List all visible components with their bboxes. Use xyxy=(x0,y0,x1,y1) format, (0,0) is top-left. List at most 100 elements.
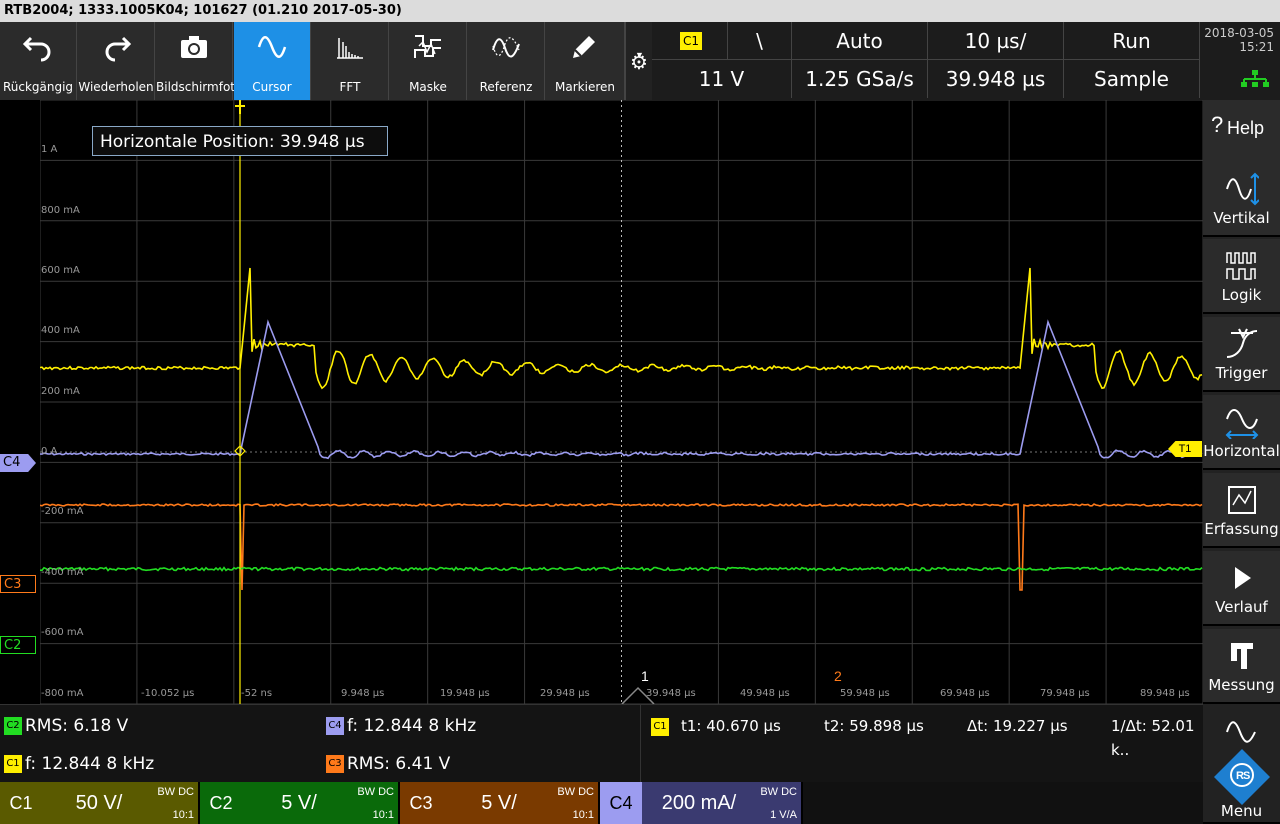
sidebar-item-horizontal[interactable]: Horizontal xyxy=(1203,395,1280,470)
mask-label: Maske xyxy=(409,80,447,94)
screenshot-button[interactable]: Bildschirmfoto xyxy=(156,22,243,100)
run-state-cell[interactable]: Run xyxy=(1064,22,1200,60)
y-label-800ma: 800 mA xyxy=(41,205,80,216)
svg-text:S: S xyxy=(1243,770,1250,782)
c1-badge: C1 xyxy=(4,755,22,773)
c4-badge: C4 xyxy=(326,717,344,735)
x-label-5: 39.948 µs xyxy=(646,688,696,699)
x-label-4: 29.948 µs xyxy=(540,688,590,699)
x-label-8: 69.948 µs xyxy=(940,688,990,699)
channel-c3-att: 10:1 xyxy=(572,809,594,821)
x-label-1: -52 ns xyxy=(241,688,273,699)
y-label-1a: 1 A xyxy=(41,144,58,155)
horizontal-position-cell[interactable]: 39.948 µs xyxy=(928,60,1064,98)
sidebar-item-measurement[interactable]: Messung xyxy=(1203,629,1280,704)
redo-button[interactable]: Wiederholen xyxy=(78,22,155,100)
sidebar-item-vertical[interactable]: Vertikal xyxy=(1203,162,1280,237)
reference-button[interactable]: Referenz xyxy=(468,22,545,100)
acquisition-panel: C1 \ Auto 10 µs/ Run 11 V 1.25 GSa/s 39.… xyxy=(652,22,1200,100)
channel-marker-c2[interactable]: C2 xyxy=(0,636,36,654)
y-label-neg200ma: -200 mA xyxy=(41,506,84,517)
cursor-delta-t: Δt: 19.227 µs xyxy=(967,717,1068,735)
channel-c2-name: C2 xyxy=(200,782,242,824)
c4-freq-value: f: 12.844 8 kHz xyxy=(347,716,477,736)
sidebar-item-menu[interactable]: RS Menu xyxy=(1203,707,1280,824)
mask-icon xyxy=(414,35,441,58)
cursor-source-badge: C1 xyxy=(651,717,669,736)
toolbar-settings-button[interactable]: ⚙ ▼ xyxy=(625,22,653,100)
measurement-c4-freq[interactable]: C4 f: 12.844 8 kHz xyxy=(326,714,476,738)
channel-c1-name: C1 xyxy=(0,782,42,824)
channel-marker-c3[interactable]: C3 xyxy=(0,575,36,593)
x-label-6: 49.948 µs xyxy=(740,688,790,699)
sidebar-item-label: Verlauf xyxy=(1215,598,1268,616)
cursor-top-marker[interactable] xyxy=(235,100,245,114)
measurement-c2-rms[interactable]: C2 RMS: 6.18 V xyxy=(4,714,128,738)
c3-badge: C3 xyxy=(326,755,344,773)
c3-rms-value: RMS: 6.41 V xyxy=(347,754,451,774)
sidebar-item-label: Messung xyxy=(1208,676,1275,694)
mark-button[interactable]: Markieren xyxy=(546,22,625,100)
logic-icon xyxy=(1226,252,1256,280)
cursor1-label[interactable]: 1 xyxy=(641,668,649,684)
redo-label: Wiederholen xyxy=(78,80,154,94)
sidebar-item-logic[interactable]: Logik xyxy=(1203,239,1280,314)
measurement-c3-rms[interactable]: C3 RMS: 6.41 V xyxy=(326,752,450,776)
sidebar-item-acquisition[interactable]: Erfassung xyxy=(1203,473,1280,548)
x-label-9: 79.948 µs xyxy=(1040,688,1090,699)
caliper-icon xyxy=(1231,643,1253,669)
waveform-canvas[interactable] xyxy=(40,100,1203,704)
fft-icon xyxy=(337,38,363,59)
rs-logo-icon: RS xyxy=(1214,749,1270,805)
channel-c3-name: C3 xyxy=(400,782,442,824)
channel-c1-settings[interactable]: C1 50 V/ BW DC 10:1 xyxy=(0,782,200,824)
sidebar-item-label: Help xyxy=(1227,118,1265,138)
x-label-7: 59.948 µs xyxy=(840,688,890,699)
channel-c3-scale: 5 V/ xyxy=(481,792,517,814)
sidebar-item-trigger[interactable]: Trigger xyxy=(1203,317,1280,392)
cursor2-label[interactable]: 2 xyxy=(834,668,842,684)
channel-marker-c4[interactable]: C4 xyxy=(0,454,36,472)
channel-c2-scale: 5 V/ xyxy=(281,792,317,814)
y-label-neg600ma: -600 mA xyxy=(41,627,84,638)
sidebar-item-label: Logik xyxy=(1221,286,1262,304)
mask-button[interactable]: Maske xyxy=(390,22,467,100)
screenshot-label: Bildschirmfoto xyxy=(156,80,243,94)
channel-c4-settings[interactable]: C4 200 mA/ BW DC 1 V/A xyxy=(600,782,803,824)
cursor-button[interactable]: Cursor xyxy=(234,22,311,100)
waveform-display[interactable]: 1 A 800 mA 600 mA 400 mA 200 mA 0 A -200… xyxy=(40,100,1203,704)
channel-c2-settings[interactable]: C2 5 V/ BW DC 10:1 xyxy=(200,782,400,824)
x-label-2: 9.948 µs xyxy=(341,688,385,699)
acq-mode-cell[interactable]: Sample xyxy=(1064,60,1200,98)
reference-icon xyxy=(492,37,520,58)
channel-c3-settings[interactable]: C3 5 V/ BW DC 10:1 xyxy=(400,782,600,824)
measurement-panel: C2 RMS: 6.18 V C4 f: 12.844 8 kHz C1 f: 12.… xyxy=(0,704,1203,783)
y-label-neg400ma: -400 mA xyxy=(41,567,84,578)
undo-button[interactable]: Rückgängig xyxy=(0,22,77,100)
cursor-measurement-area[interactable]: C1 t1: 40.670 µs t2: 59.898 µs Δt: 19.22… xyxy=(640,705,1204,783)
trigger-mode-cell[interactable]: Auto xyxy=(792,22,928,60)
y-label-400ma: 400 mA xyxy=(41,325,80,336)
reference-label: Referenz xyxy=(479,80,533,94)
trigger-source-cell[interactable]: C1 xyxy=(652,22,728,60)
cursor-label: Cursor xyxy=(252,80,292,94)
cursor-t2: t2: 59.898 µs xyxy=(824,717,924,735)
sidebar-item-label: Menu xyxy=(1220,802,1263,820)
trigger-slope-cell[interactable]: \ xyxy=(728,22,792,60)
channel-c4-att: 1 V/A xyxy=(770,809,797,821)
measurement-c1-freq[interactable]: C1 f: 12.844 8 kHz xyxy=(4,752,154,776)
grid-lines xyxy=(40,100,1203,704)
channel-c1-att: 10:1 xyxy=(172,809,194,821)
x-label-0: -10.052 µs xyxy=(141,688,195,699)
sidebar-item-history[interactable]: Verlauf xyxy=(1203,551,1280,626)
mark-label: Markieren xyxy=(555,80,615,94)
help-icon: ? xyxy=(1211,112,1224,137)
channel-c2-att: 10:1 xyxy=(372,809,394,821)
trigger-level-cell[interactable]: 11 V xyxy=(652,60,792,98)
sample-rate-cell[interactable]: 1.25 GSa/s xyxy=(792,60,928,98)
fft-label: FFT xyxy=(339,80,361,94)
fft-button[interactable]: FFT xyxy=(312,22,389,100)
channel-c4-scale: 200 mA/ xyxy=(661,792,737,814)
date-text: 2018-03-05 xyxy=(1204,26,1274,40)
timebase-cell[interactable]: 10 µs/ xyxy=(928,22,1064,60)
